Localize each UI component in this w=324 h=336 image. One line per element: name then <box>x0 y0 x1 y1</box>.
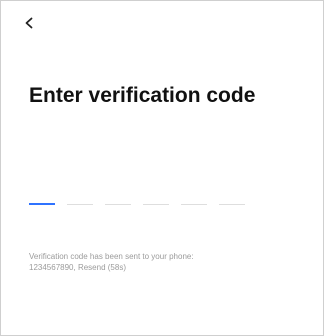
notice-line-phone-resend: 1234567890, Resend (58s) <box>29 263 299 274</box>
back-button[interactable] <box>17 13 41 37</box>
code-digit-slot[interactable] <box>219 195 245 205</box>
code-digit-slot[interactable] <box>181 195 207 205</box>
code-digit-slot[interactable] <box>67 195 93 205</box>
phone-number: 1234567890 <box>29 262 74 272</box>
notice-line: Verification code has been sent to your … <box>29 252 194 261</box>
screen-frame: Enter verification code Verification cod… <box>0 0 324 336</box>
code-digit-slot[interactable] <box>143 195 169 205</box>
chevron-left-icon <box>22 16 36 35</box>
code-digit-slot[interactable] <box>105 195 131 205</box>
code-digit-slot[interactable] <box>29 195 55 205</box>
resend-link[interactable]: Resend (58s) <box>78 263 126 272</box>
page-title: Enter verification code <box>29 84 256 107</box>
verification-code-input[interactable] <box>29 193 245 205</box>
verification-notice: Verification code has been sent to your … <box>29 252 299 274</box>
